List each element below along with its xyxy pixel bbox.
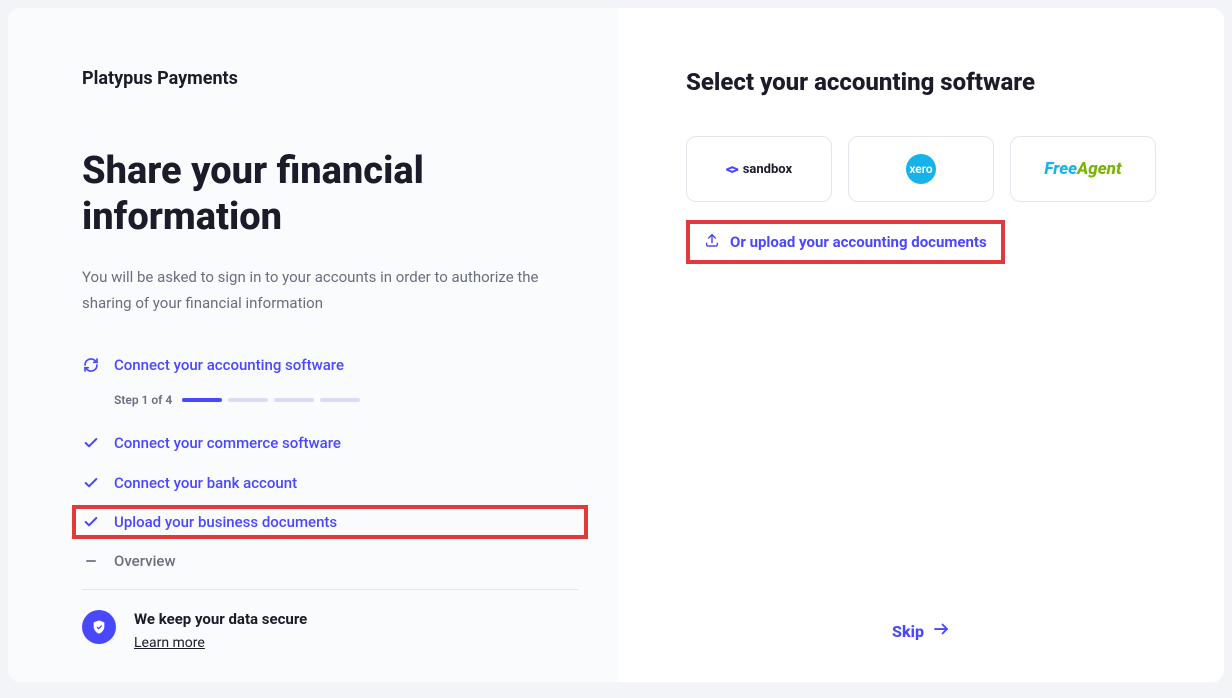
software-grid: < > sandbox xero FreeAgent — [686, 136, 1156, 202]
step-label: Connect your commerce software — [114, 434, 341, 452]
freeagent-logo: FreeAgent — [1044, 159, 1121, 179]
sandbox-glyph-icon: < > — [726, 160, 737, 178]
progress-bar-1 — [182, 398, 222, 402]
right-heading: Select your accounting software — [686, 68, 1156, 96]
arrow-right-icon — [932, 620, 950, 642]
skip-label: Skip — [892, 622, 924, 641]
upload-icon — [704, 232, 720, 252]
secure-title: We keep your data secure — [134, 610, 307, 628]
step-label: Upload your business documents — [114, 513, 337, 531]
page-heading: Share your financial information — [82, 149, 578, 240]
xero-logo: xero — [906, 154, 936, 184]
secure-text: We keep your data secure Learn more — [134, 610, 307, 651]
check-icon — [82, 513, 100, 531]
upload-documents-link[interactable]: Or upload your accounting documents — [686, 220, 1005, 264]
step-label: Connect your accounting software — [114, 356, 344, 374]
sandbox-logo: < > sandbox — [726, 160, 792, 178]
xero-label: xero — [909, 162, 932, 176]
refresh-icon — [82, 356, 100, 374]
progress-bars — [182, 398, 360, 402]
check-icon — [82, 434, 100, 452]
shield-icon — [82, 610, 116, 644]
sandbox-label: sandbox — [743, 162, 792, 177]
freeagent-agent: Agent — [1077, 159, 1121, 179]
progress-bar-3 — [274, 398, 314, 402]
software-card-sandbox[interactable]: < > sandbox — [686, 136, 832, 202]
page-container: Platypus Payments Share your financial i… — [8, 8, 1224, 682]
step-label: Connect your bank account — [114, 474, 297, 492]
step-connect-bank[interactable]: Connect your bank account — [82, 463, 578, 503]
step-connect-accounting[interactable]: Connect your accounting software — [82, 345, 578, 385]
step-progress: Step 1 of 4 — [82, 385, 578, 423]
spacer — [686, 264, 1156, 620]
left-panel: Platypus Payments Share your financial i… — [8, 8, 618, 682]
minus-icon — [82, 552, 100, 570]
check-icon — [82, 474, 100, 492]
learn-more-link[interactable]: Learn more — [134, 635, 205, 651]
page-subtext: You will be asked to sign in to your acc… — [82, 264, 562, 317]
software-card-xero[interactable]: xero — [848, 136, 994, 202]
right-panel: Select your accounting software < > sand… — [618, 8, 1224, 682]
step-upload-documents[interactable]: Upload your business documents — [72, 505, 588, 539]
skip-button[interactable]: Skip — [686, 620, 1156, 652]
step-label: Overview — [114, 552, 176, 570]
step-overview[interactable]: Overview — [82, 541, 578, 581]
progress-bar-2 — [228, 398, 268, 402]
progress-bar-4 — [320, 398, 360, 402]
software-card-freeagent[interactable]: FreeAgent — [1010, 136, 1156, 202]
divider — [82, 589, 578, 590]
progress-label: Step 1 of 4 — [114, 393, 172, 407]
freeagent-free: Free — [1044, 159, 1077, 179]
secure-row: We keep your data secure Learn more — [82, 610, 578, 651]
brand-name: Platypus Payments — [82, 68, 578, 89]
step-connect-commerce[interactable]: Connect your commerce software — [82, 423, 578, 463]
upload-label: Or upload your accounting documents — [730, 233, 987, 251]
steps-list: Connect your accounting software Step 1 … — [82, 345, 578, 581]
